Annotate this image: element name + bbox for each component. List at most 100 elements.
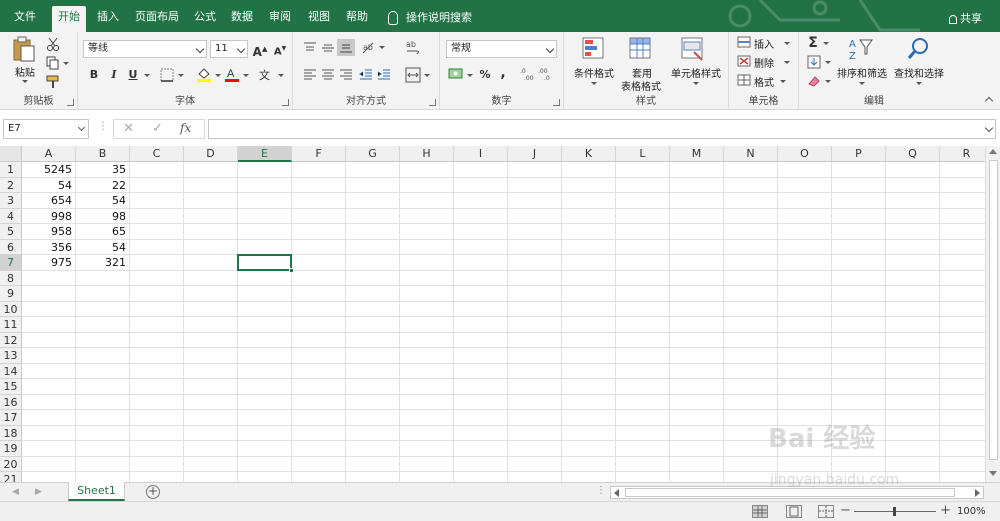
tab-review[interactable]: 审阅 [263, 6, 297, 32]
find-select-icon[interactable] [906, 36, 932, 62]
insert-function-button[interactable]: fx [180, 121, 191, 135]
row-header-6[interactable]: 6 [0, 239, 22, 255]
border-icon[interactable] [160, 68, 174, 82]
column-header-A[interactable]: A [22, 146, 76, 162]
align-left-icon[interactable] [303, 69, 317, 81]
column-header-M[interactable]: M [670, 146, 724, 162]
format-as-table-line2[interactable]: 表格格式 [616, 78, 666, 93]
merge-dropdown-caret[interactable] [424, 74, 430, 77]
scroll-left-arrow-icon[interactable] [614, 489, 619, 497]
align-middle-icon[interactable] [321, 42, 335, 54]
comma-style-button[interactable]: , [495, 65, 511, 81]
page-layout-view-button[interactable] [786, 505, 802, 518]
delete-cells-button[interactable]: 删除 [754, 55, 774, 70]
insert-cells-icon[interactable] [737, 36, 751, 48]
autosum-button[interactable]: Σ [805, 35, 821, 51]
increase-indent-icon[interactable] [377, 69, 391, 81]
row-header-5[interactable]: 5 [0, 224, 22, 240]
fill-handle[interactable] [289, 267, 294, 273]
row-header-20[interactable]: 20 [0, 456, 22, 472]
column-header-R[interactable]: R [940, 146, 985, 162]
conditional-format-button[interactable]: 条件格式 [568, 65, 620, 80]
formula-input[interactable] [208, 119, 996, 139]
cell-A4[interactable]: 998 [22, 209, 75, 224]
sort-filter-button[interactable]: 排序和筛选 [835, 65, 889, 80]
orientation-icon[interactable]: ab [361, 40, 377, 56]
cell-styles-icon[interactable] [680, 36, 706, 62]
fill-color-dropdown-caret[interactable] [215, 74, 221, 77]
zoom-slider-thumb[interactable] [893, 507, 896, 516]
formula-bar-resize-icon[interactable]: ⋮ [98, 121, 108, 132]
merge-center-icon[interactable] [405, 67, 421, 83]
tab-split-handle-icon[interactable]: ⋮ [596, 485, 606, 496]
increase-decimal-icon[interactable]: .0.00 [520, 67, 536, 81]
format-dropdown-caret[interactable] [780, 80, 786, 83]
accounting-dropdown-caret[interactable] [467, 74, 473, 77]
sort-filter-caret[interactable] [859, 82, 865, 85]
cell-A7[interactable]: 975 [22, 255, 75, 270]
row-header-21[interactable]: 21 [0, 472, 22, 482]
alignment-launcher-icon[interactable] [429, 99, 436, 106]
row-header-7[interactable]: 7 [0, 255, 22, 271]
cell-B3[interactable]: 54 [76, 193, 129, 208]
tell-me-search[interactable]: 操作说明搜索 [388, 9, 472, 25]
underline-button[interactable]: U [125, 67, 141, 83]
cell-B5[interactable]: 65 [76, 224, 129, 239]
cell-A6[interactable]: 356 [22, 240, 75, 255]
row-header-1[interactable]: 1 [0, 162, 22, 178]
row-header-2[interactable]: 2 [0, 177, 22, 193]
cell-A5[interactable]: 958 [22, 224, 75, 239]
tab-data[interactable]: 数据 [225, 6, 259, 32]
copy-dropdown-caret[interactable] [63, 62, 69, 65]
font-launcher-icon[interactable] [282, 99, 289, 106]
normal-view-button[interactable] [752, 505, 768, 518]
row-header-16[interactable]: 16 [0, 394, 22, 410]
column-header-D[interactable]: D [184, 146, 238, 162]
font-size-combo[interactable]: 11 [210, 40, 248, 58]
clear-icon[interactable] [807, 74, 821, 88]
select-all-corner[interactable] [0, 146, 22, 162]
tab-page-layout[interactable]: 页面布局 [129, 6, 185, 32]
align-center-icon[interactable] [321, 69, 335, 81]
cell-B6[interactable]: 54 [76, 240, 129, 255]
tab-help[interactable]: 帮助 [340, 6, 374, 32]
tab-formulas[interactable]: 公式 [188, 6, 222, 32]
row-header-14[interactable]: 14 [0, 363, 22, 379]
column-header-Q[interactable]: Q [886, 146, 940, 162]
horizontal-scroll-thumb[interactable] [625, 488, 955, 497]
decrease-indent-icon[interactable] [359, 69, 373, 81]
copy-icon[interactable] [46, 56, 60, 70]
align-top-icon[interactable] [303, 42, 317, 54]
row-header-4[interactable]: 4 [0, 208, 22, 224]
row-header-3[interactable]: 3 [0, 193, 22, 209]
tab-insert[interactable]: 插入 [91, 6, 125, 32]
tab-home[interactable]: 开始 [52, 6, 86, 32]
zoom-level[interactable]: 100% [957, 506, 986, 517]
number-format-combo[interactable]: 常规 [446, 40, 557, 58]
row-header-15[interactable]: 15 [0, 379, 22, 395]
clipboard-launcher-icon[interactable] [67, 99, 74, 106]
shrink-font-button[interactable]: A▼ [272, 41, 288, 57]
bold-button[interactable]: B [86, 67, 102, 83]
add-sheet-button[interactable]: + [146, 485, 160, 499]
row-header-18[interactable]: 18 [0, 425, 22, 441]
column-header-J[interactable]: J [508, 146, 562, 162]
zoom-out-button[interactable]: − [840, 503, 851, 518]
number-launcher-icon[interactable] [553, 99, 560, 106]
insert-cells-button[interactable]: 插入 [754, 36, 774, 51]
scroll-up-arrow-icon[interactable] [989, 149, 997, 154]
column-header-H[interactable]: H [400, 146, 454, 162]
align-right-icon[interactable] [339, 69, 353, 81]
fill-color-icon[interactable] [196, 66, 212, 82]
cell-styles-button[interactable]: 单元格样式 [668, 65, 724, 80]
share-button[interactable]: 共享 [949, 10, 982, 26]
font-color-dropdown-caret[interactable] [243, 74, 249, 77]
scroll-down-arrow-icon[interactable] [989, 471, 997, 476]
row-header-11[interactable]: 11 [0, 317, 22, 333]
accounting-format-icon[interactable] [448, 67, 464, 81]
column-header-P[interactable]: P [832, 146, 886, 162]
column-header-B[interactable]: B [76, 146, 130, 162]
fill-down-icon[interactable] [807, 55, 821, 69]
row-header-13[interactable]: 13 [0, 348, 22, 364]
wrap-text-icon[interactable]: ab [405, 39, 423, 57]
